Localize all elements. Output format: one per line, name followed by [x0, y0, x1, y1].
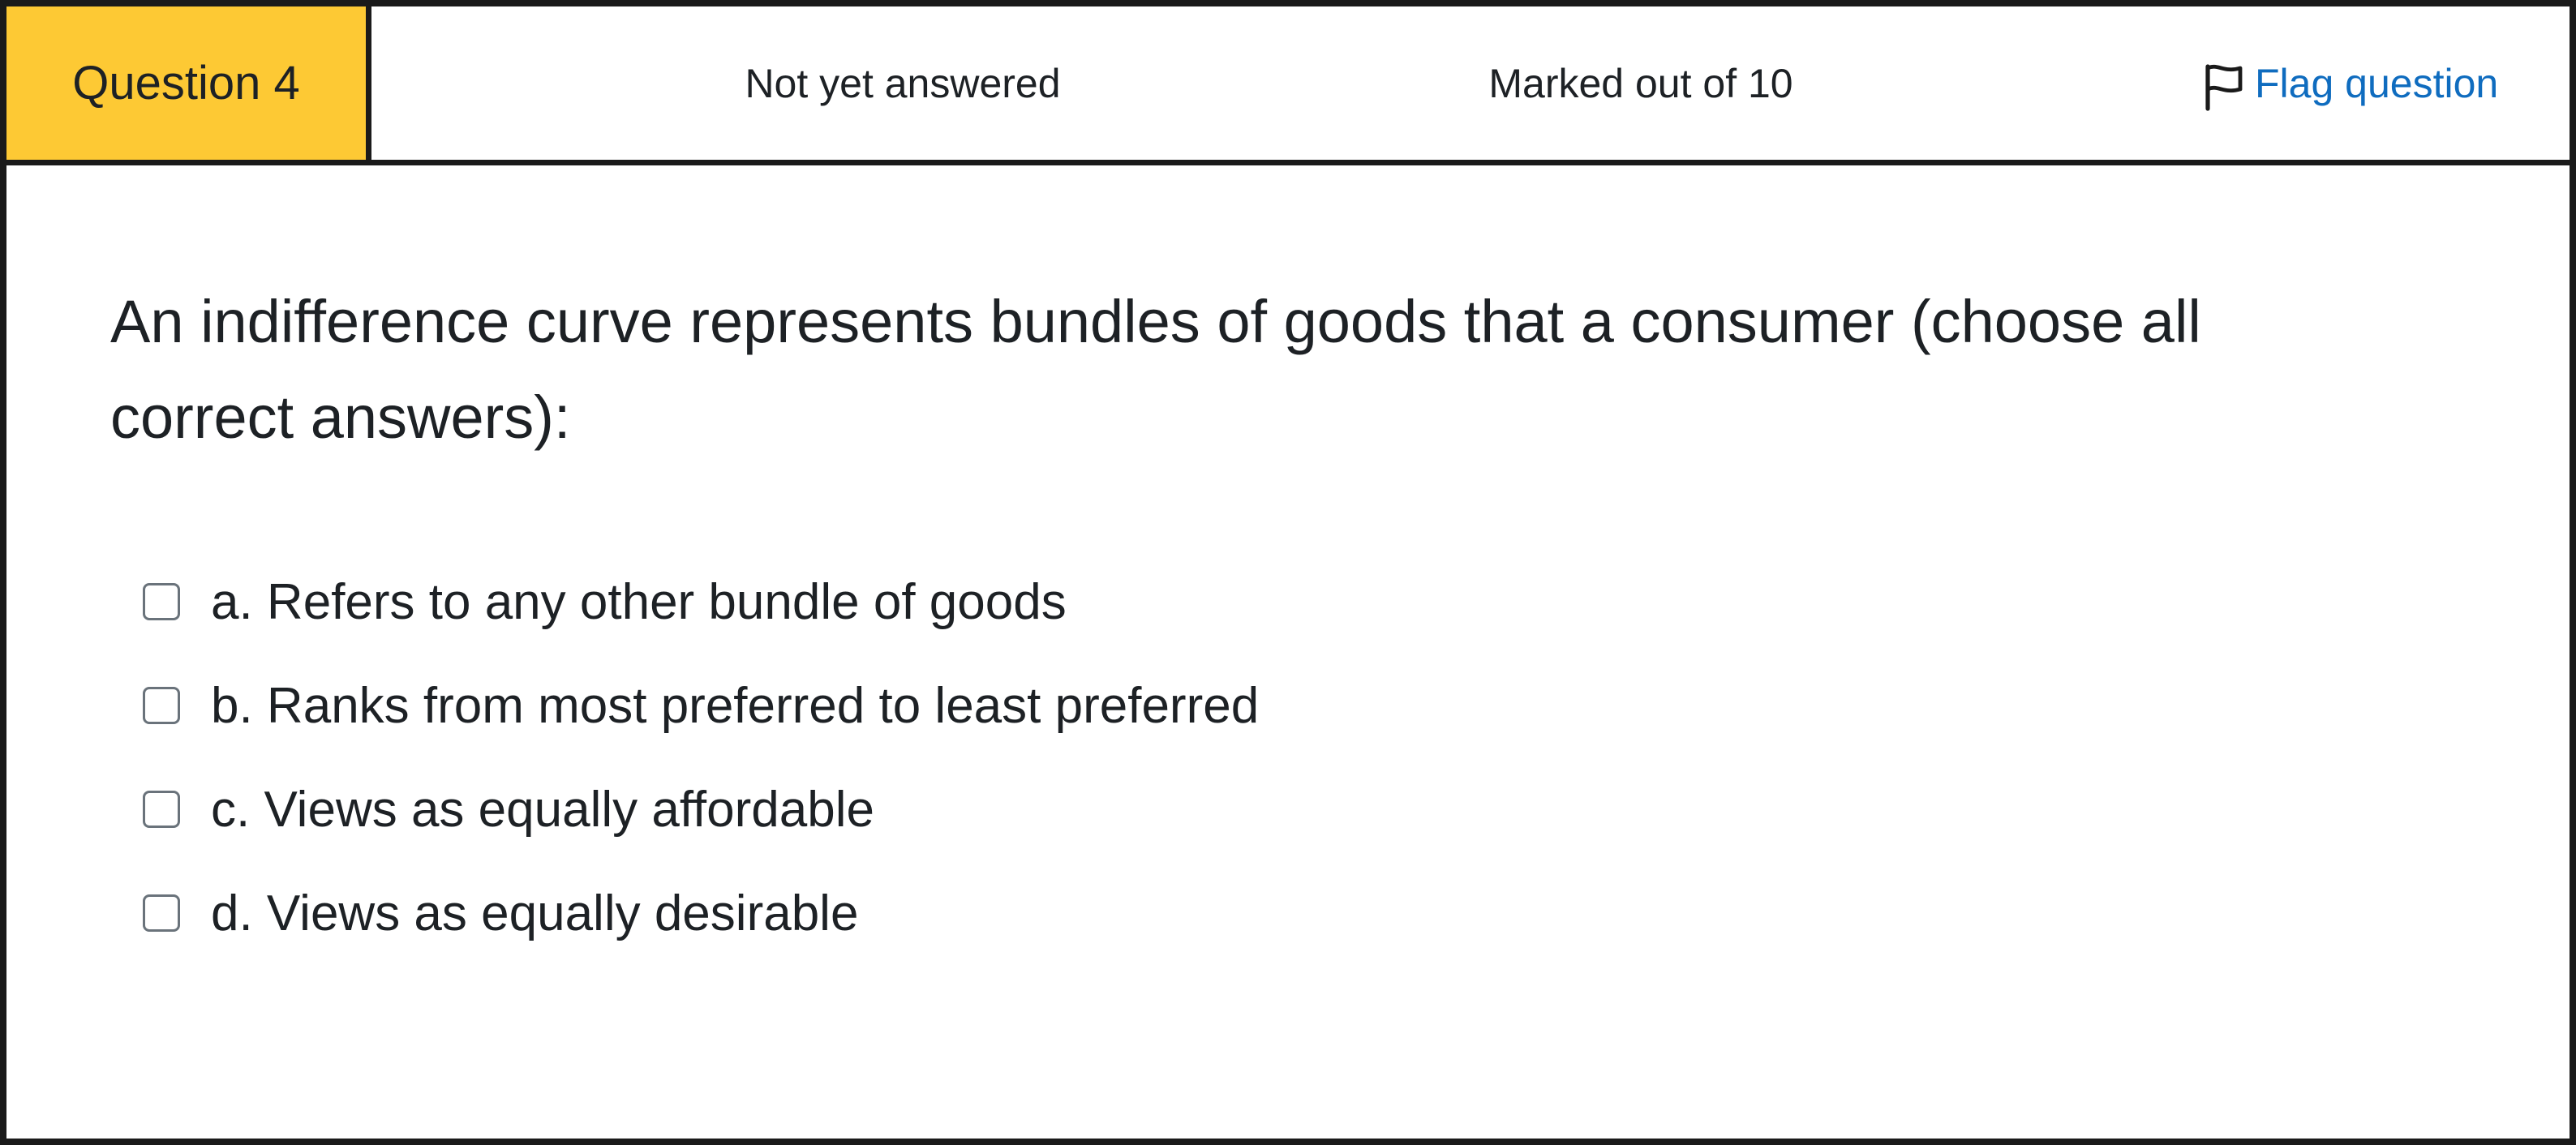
answer-label-d[interactable]: d. Views as equally desirable [211, 885, 858, 942]
answer-label-b[interactable]: b. Ranks from most preferred to least pr… [211, 677, 1259, 735]
answer-checkbox-b[interactable] [143, 687, 180, 724]
answer-checkbox-c[interactable] [143, 791, 180, 828]
answer-checkbox-a[interactable] [143, 583, 180, 620]
answer-option-a[interactable]: a. Refers to any other bundle of goods [136, 550, 2083, 654]
question-state: Not yet answered [745, 60, 1061, 106]
flag-icon[interactable] [2201, 60, 2250, 112]
answer-label-c[interactable]: c. Views as equally affordable [211, 781, 874, 838]
flag-question-label[interactable]: Flag question [2255, 60, 2498, 107]
answer-option-c[interactable]: c. Views as equally affordable [136, 757, 2083, 861]
question-number: Question 4 [6, 6, 371, 160]
answer-option-d[interactable]: d. Views as equally desirable [136, 861, 2083, 965]
question-card: Question 4 Not yet answered Marked out o… [0, 0, 2576, 1145]
answer-option-b[interactable]: b. Ranks from most preferred to least pr… [136, 654, 2083, 757]
answer-checkbox-d[interactable] [143, 894, 180, 932]
answer-label-a[interactable]: a. Refers to any other bundle of goods [211, 573, 1067, 631]
question-grade: Marked out of 10 [1488, 60, 1793, 106]
answer-list: a. Refers to any other bundle of goods b… [136, 550, 2083, 965]
flag-question-link[interactable]: Flag question [2201, 6, 2498, 160]
question-info-bar: Question 4 Not yet answered Marked out o… [6, 6, 2570, 165]
question-text: An indifference curve represents bundles… [110, 288, 2201, 451]
